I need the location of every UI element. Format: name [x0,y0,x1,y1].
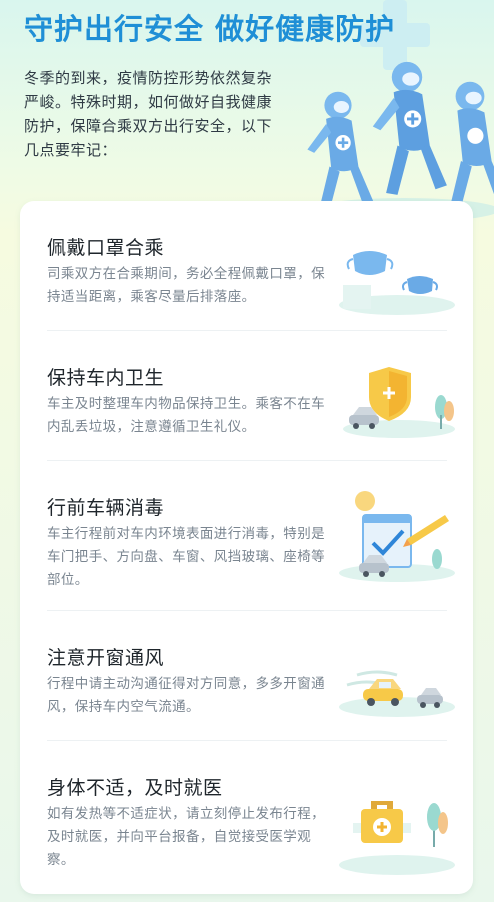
tip-title: 身体不适，及时就医 [47,777,223,799]
tip-item-medical: 身体不适，及时就医 如有发热等不适症状，请立刻停止发布行程，及时就医，并向平台报… [20,741,473,891]
tip-title: 行前车辆消毒 [47,497,165,519]
hero-banner: 守护出行安全 做好健康防护 冬季的到来，疫情防控形势依然复杂严峻。特殊时期，如何… [0,0,494,220]
checklist-icon [339,491,455,582]
tip-description: 车主及时整理车内物品保持卫生。乘客不在车内乱丢垃圾，注意遵循卫生礼仪。 [47,396,325,435]
tips-card: 佩戴口罩合乘 司乘双方在合乘期间，务必全程佩戴口罩，保持适当距离，乘客尽量后排落… [20,201,473,894]
page-title: 守护出行安全 做好健康防护 [24,12,396,46]
mask-icon [339,251,455,315]
tip-item-disinfect: 行前车辆消毒 车主行程前对车内环境表面进行消毒，特别是车门把手、方向盘、车窗、风… [20,461,473,611]
shield-car-icon [343,367,455,438]
tip-description: 行程中请主动沟通征得对方同意，多多开窗通风，保持车内空气流通。 [47,676,325,715]
medical-kit-icon [339,801,455,875]
tip-title: 佩戴口罩合乘 [47,237,165,259]
tip-item-ventilation: 注意开窗通风 行程中请主动沟通征得对方同意，多多开窗通风，保持车内空气流通。 [20,611,473,741]
car-wind-icon [339,670,455,717]
tip-title: 注意开窗通风 [47,647,165,669]
tip-item-mask: 佩戴口罩合乘 司乘双方在合乘期间，务必全程佩戴口罩，保持适当距离，乘客尽量后排落… [20,201,473,331]
intro-text: 冬季的到来，疫情防控形势依然复杂严峻。特殊时期，如何做好自我健康防护，保障合乘双… [24,69,273,159]
tip-description: 司乘双方在合乘期间，务必全程佩戴口罩，保持适当距离，乘客尽量后排落座。 [47,266,325,305]
tip-title: 保持车内卫生 [47,367,165,389]
medical-staff-illustration [307,61,494,220]
tip-description: 车主行程前对车内环境表面进行消毒，特别是车门把手、方向盘、车窗、风挡玻璃、座椅等… [47,526,325,588]
tip-description: 如有发热等不适症状，请立刻停止发布行程，及时就医，并向平台报备，自觉接受医学观察… [47,806,325,868]
tip-item-hygiene: 保持车内卫生 车主及时整理车内物品保持卫生。乘客不在车内乱丢垃圾，注意遵循卫生礼… [20,331,473,461]
